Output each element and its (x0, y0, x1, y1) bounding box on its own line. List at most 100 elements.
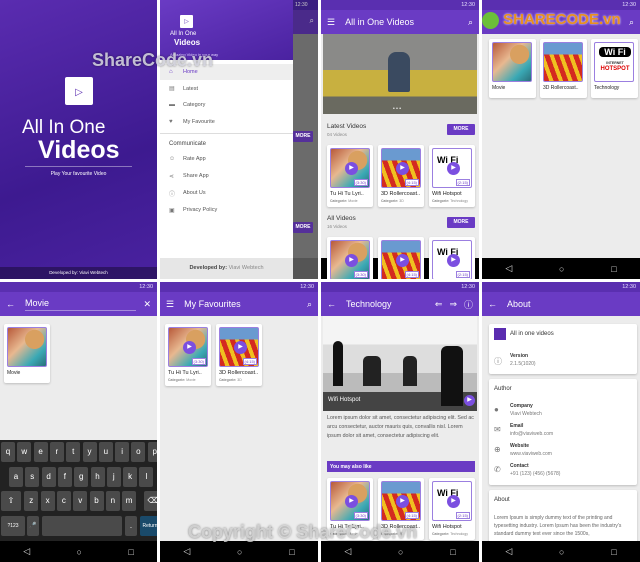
search-icon[interactable]: ⌕ (468, 17, 473, 28)
category-card[interactable]: 3D Rollercoast.. (540, 39, 587, 98)
search-icon[interactable]: ⌕ (307, 299, 312, 310)
recent-apps-icon[interactable]: □ (611, 264, 616, 274)
key-y[interactable]: y (82, 442, 97, 462)
home-nav-icon[interactable]: ○ (559, 264, 564, 274)
play-button[interactable]: ▶ (447, 162, 460, 175)
video-card[interactable]: Wi Fi▶(2:15)Wifi HotspotCategorie: Techn… (429, 478, 475, 540)
key-g[interactable]: g (74, 466, 89, 487)
key-p[interactable]: p (147, 442, 157, 462)
key-n[interactable]: n (105, 491, 120, 511)
key-e[interactable]: e (33, 442, 48, 462)
drawer-item-category[interactable]: ▬ Category (160, 97, 293, 113)
play-button[interactable]: ▶ (345, 495, 358, 508)
back-arrow-icon[interactable]: ← (488, 299, 497, 309)
key-j[interactable]: j (106, 466, 121, 487)
website-value[interactable]: www.viaviweb.com (510, 451, 552, 457)
key-t[interactable]: t (66, 442, 81, 462)
search-input[interactable]: Movie (25, 298, 137, 311)
key-i[interactable]: i (115, 442, 130, 462)
drawer-item-latest[interactable]: ▤ Latest (160, 81, 293, 97)
video-card[interactable]: ▶(4:15)3D Rollercoast..Categorie: 3D (216, 324, 262, 386)
microphone-key-icon[interactable]: 🎤 (27, 516, 39, 536)
key-z[interactable]: z (24, 491, 39, 511)
drawer-item-my-favourite[interactable]: ♥ My Favourite (160, 114, 293, 130)
key-symbols[interactable]: ?123 (1, 516, 25, 536)
play-button[interactable]: ▶ (234, 341, 247, 354)
play-button[interactable]: ▶ (464, 395, 475, 406)
space-bar[interactable] (42, 516, 122, 536)
info-icon[interactable]: ⓘ (464, 298, 473, 311)
home-nav-icon[interactable]: ○ (398, 547, 403, 557)
key-r[interactable]: r (49, 442, 64, 462)
drawer-item-rate-app[interactable]: ☺ Rate App (160, 151, 293, 167)
key-x[interactable]: x (40, 491, 55, 511)
play-button[interactable]: ▶ (345, 254, 358, 267)
key-m[interactable]: m (122, 491, 137, 511)
recent-apps-icon[interactable]: □ (128, 547, 133, 557)
key-c[interactable]: c (56, 491, 71, 511)
key-l[interactable]: l (139, 466, 154, 487)
banner-slider[interactable]: • • • (323, 34, 477, 114)
slider-dots[interactable]: • • • (393, 106, 401, 112)
key-u[interactable]: u (98, 442, 113, 462)
search-icon[interactable]: ⌕ (629, 17, 634, 28)
key-d[interactable]: d (41, 466, 56, 487)
back-nav-icon[interactable]: ◁ (505, 263, 512, 274)
return-key[interactable]: Return (140, 516, 157, 536)
key-q[interactable]: q (1, 442, 15, 462)
video-card[interactable]: ▶(3:30)Tu Hi Tu Lyri..Categorie: Movie (327, 237, 373, 279)
search-result-card[interactable]: Movie (4, 324, 50, 383)
video-card[interactable]: Wi Fi▶(2:15)Wifi HotspotCategorie: Techn… (429, 145, 475, 207)
play-button[interactable]: ▶ (396, 162, 409, 175)
back-arrow-icon[interactable]: ← (327, 299, 336, 309)
key-b[interactable]: b (89, 491, 104, 511)
contact-value[interactable]: +91 (123) (456) (5678) (510, 471, 560, 477)
video-card[interactable]: ▶(3:30)Tu Hi Tu Lyri..Categorie: Movie (327, 145, 373, 207)
video-hero-image[interactable]: Wifi Hotspot ▶ (323, 316, 477, 411)
recent-apps-icon[interactable]: □ (611, 547, 616, 557)
video-card[interactable]: ▶(4:15)3D Rollercoast..Categorie: 3D (378, 145, 424, 207)
key-o[interactable]: o (131, 442, 146, 462)
recent-apps-icon[interactable]: □ (289, 547, 294, 557)
key-a[interactable]: a (9, 466, 23, 487)
play-button[interactable]: ▶ (396, 254, 409, 267)
play-button[interactable]: ▶ (396, 495, 409, 508)
recent-apps-icon[interactable]: □ (450, 547, 455, 557)
key-s[interactable]: s (25, 466, 40, 487)
key-period[interactable]: . (125, 516, 137, 536)
key-⇧[interactable]: ⇧ (1, 491, 21, 511)
video-card[interactable]: ▶(3:30)Tu Hi Tu Lyri..Categorie: Movie (165, 324, 211, 386)
key-v[interactable]: v (73, 491, 88, 511)
video-card[interactable]: ▶(3:30)Tu Hi Tu Lyri..Categorie: Movie (327, 478, 373, 540)
latest-more-button[interactable]: MORE (447, 124, 475, 135)
drawer-item-share-app[interactable]: ⋖ Share App (160, 168, 293, 184)
key-⌫[interactable]: ⌫ (144, 491, 157, 511)
play-button[interactable]: ▶ (447, 495, 460, 508)
video-card[interactable]: ▶(4:15)3D Rollercoast..Categorie: 3D (378, 478, 424, 540)
menu-icon[interactable]: ☰ (327, 17, 335, 28)
all-more-button[interactable]: MORE (447, 217, 475, 228)
next-icon[interactable]: ⇒ (449, 299, 457, 310)
back-nav-icon[interactable]: ◁ (23, 546, 30, 557)
video-card[interactable]: ▶(4:15)3D Rollercoast..Categorie: 3D (378, 237, 424, 279)
play-button[interactable]: ▶ (447, 254, 460, 267)
home-nav-icon[interactable]: ○ (237, 547, 242, 557)
drawer-item-about-us[interactable]: ⓘ About Us (160, 185, 293, 201)
play-button[interactable]: ▶ (183, 341, 196, 354)
play-button[interactable]: ▶ (345, 162, 358, 175)
previous-icon[interactable]: ⇐ (435, 299, 443, 310)
key-h[interactable]: h (90, 466, 105, 487)
menu-icon[interactable]: ☰ (166, 299, 174, 310)
category-card[interactable]: Wi Fi INTERNET HOTSPOT Technology (591, 39, 638, 98)
back-arrow-icon[interactable]: ← (6, 299, 15, 309)
drawer-item-privacy-policy[interactable]: ▣ Privacy Policy (160, 202, 293, 218)
back-nav-icon[interactable]: ◁ (183, 546, 190, 557)
email-value[interactable]: info@viaviweb.com (510, 431, 553, 437)
key-f[interactable]: f (57, 466, 72, 487)
category-card[interactable]: Movie (489, 39, 536, 98)
back-nav-icon[interactable]: ◁ (344, 546, 351, 557)
back-nav-icon[interactable]: ◁ (505, 546, 512, 557)
video-card[interactable]: Wi Fi▶(2:15)Wifi HotspotCategorie: Techn… (429, 237, 475, 279)
drawer-item-home[interactable]: ⌂ Home (160, 64, 293, 80)
key-k[interactable]: k (123, 466, 138, 487)
